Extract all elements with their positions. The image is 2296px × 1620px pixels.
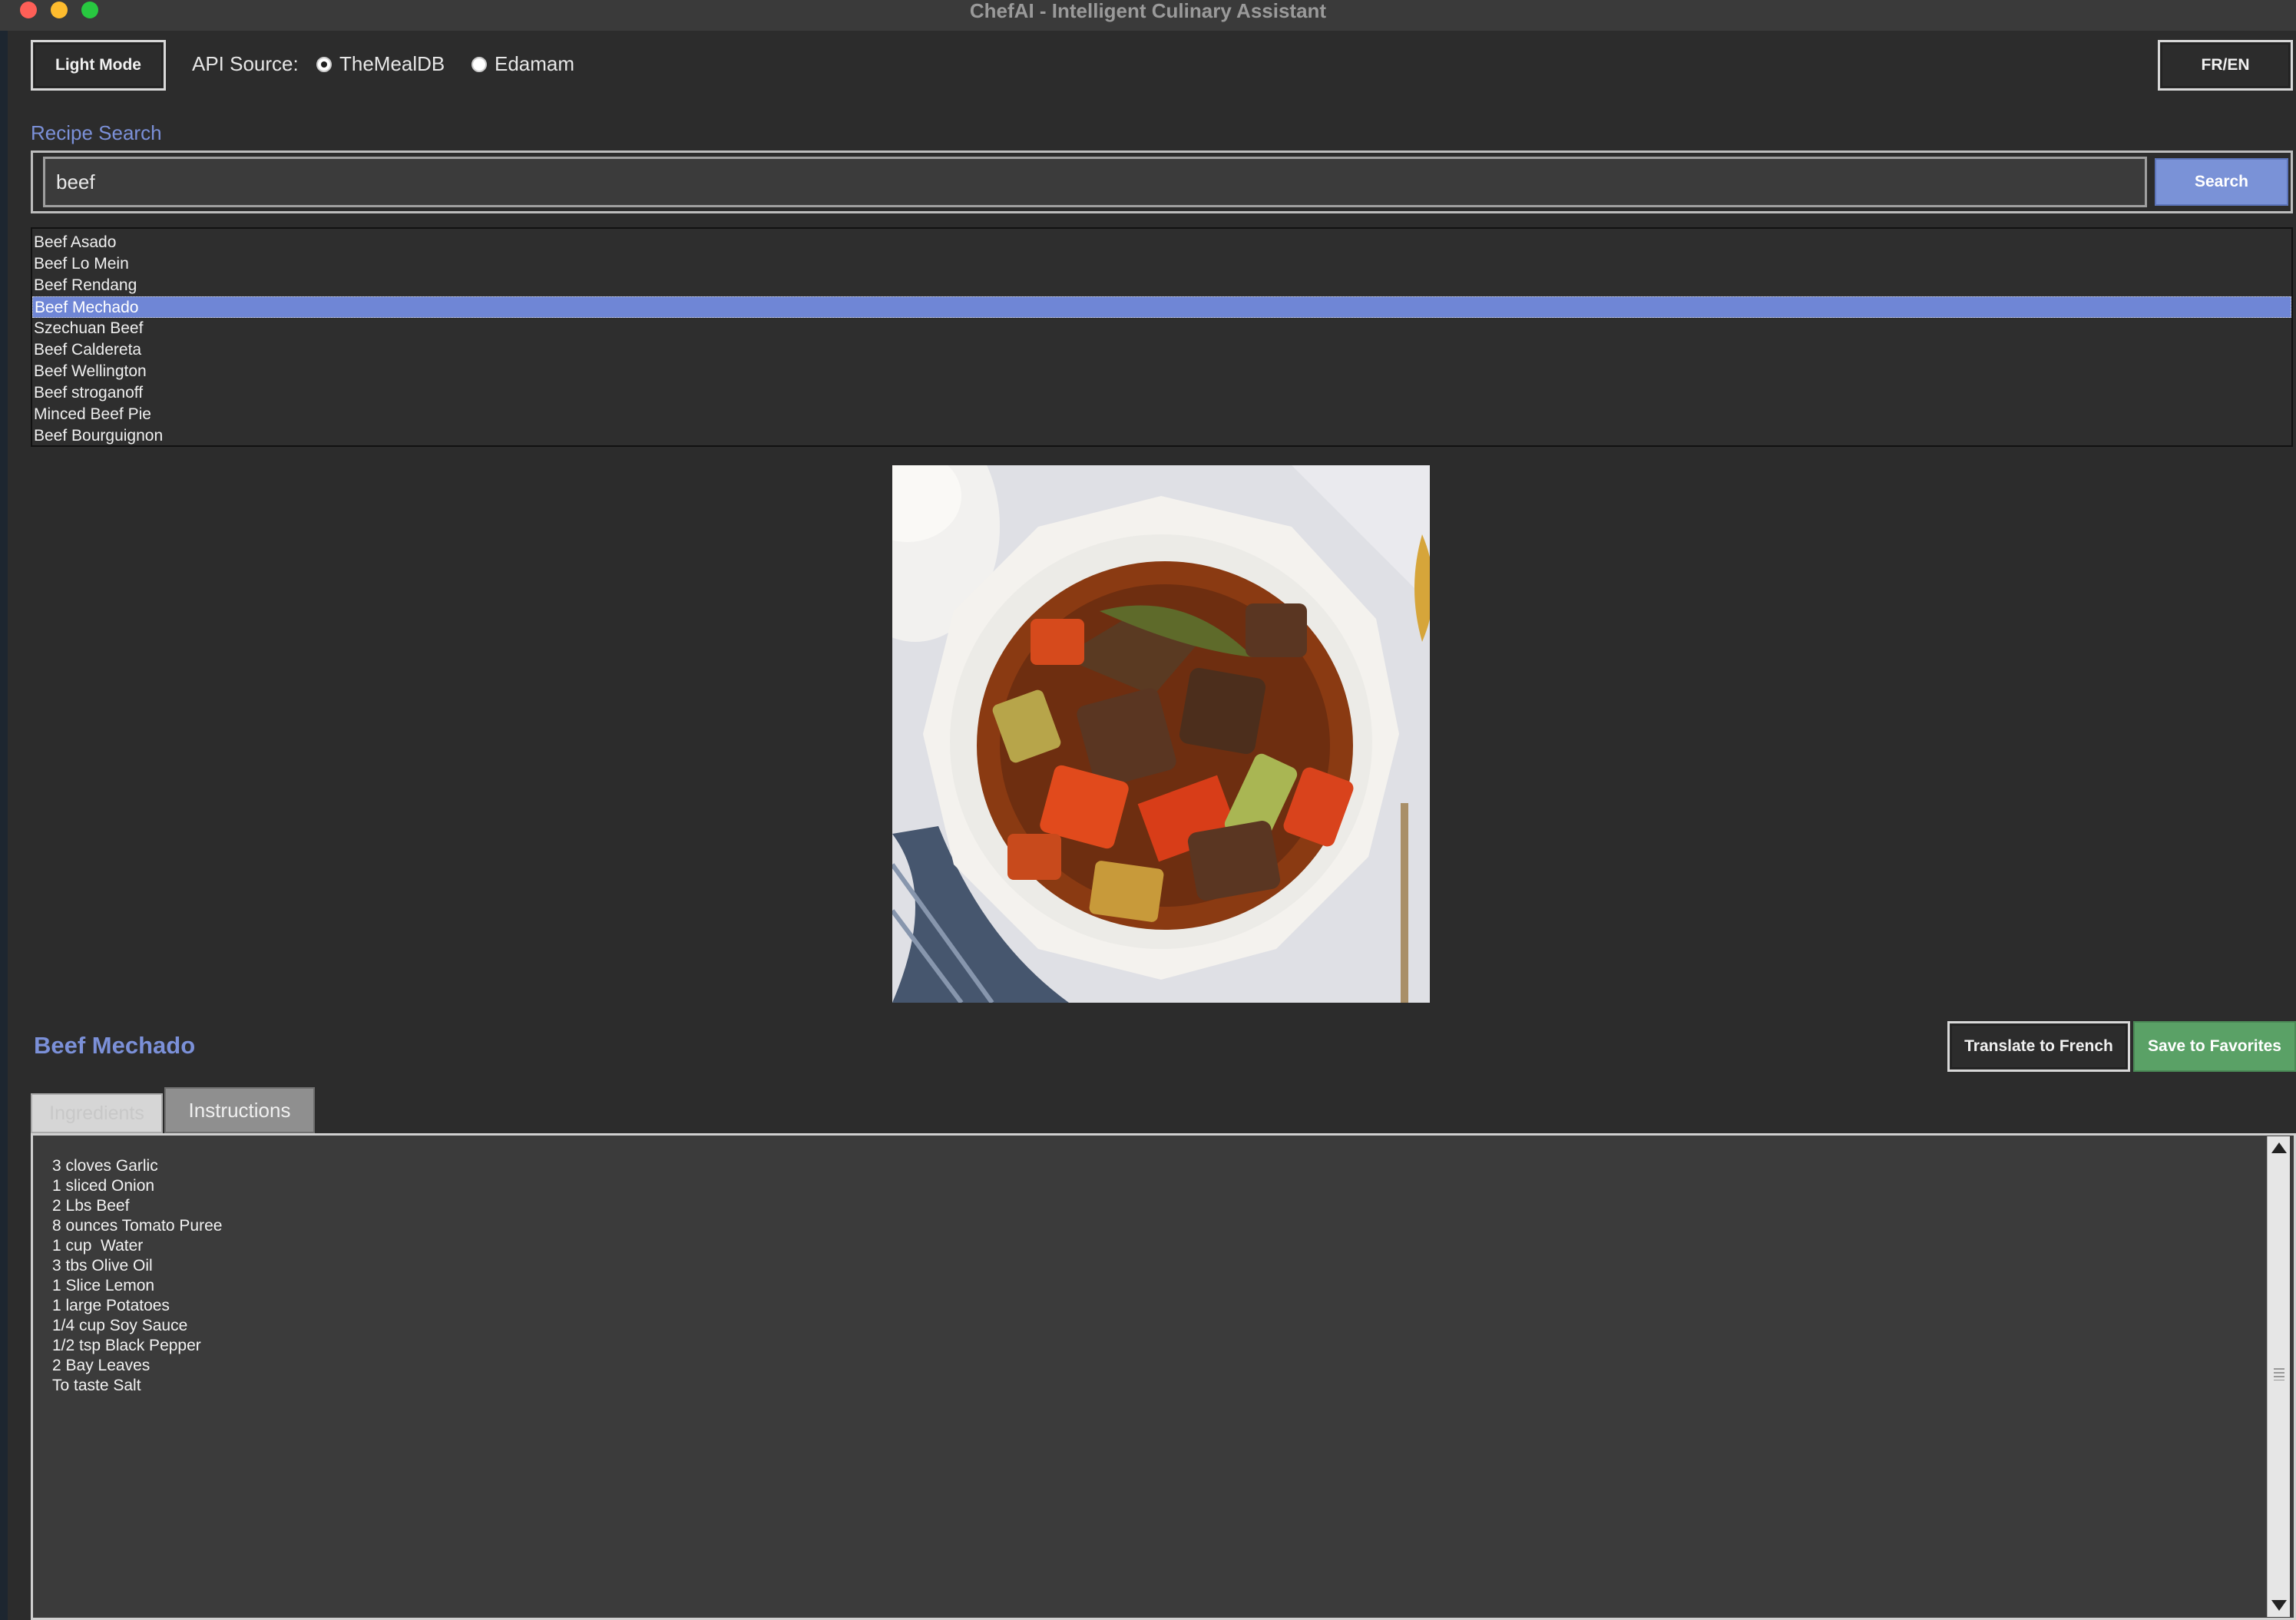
tab-ingredients[interactable]: Ingredients: [31, 1093, 163, 1133]
title-bar: ChefAI - Intelligent Culinary Assistant: [0, 0, 2296, 31]
search-button[interactable]: Search: [2155, 158, 2288, 206]
ingredient-item: 8 ounces Tomato Puree: [52, 1217, 223, 1235]
tab-instructions[interactable]: Instructions: [164, 1087, 315, 1133]
save-to-favorites-button[interactable]: Save to Favorites: [2133, 1021, 2296, 1072]
ingredient-item: 1/2 tsp Black Pepper: [52, 1337, 201, 1354]
result-item[interactable]: Beef Rendang: [32, 275, 2291, 296]
ingredient-item: 1 Slice Lemon: [52, 1277, 155, 1294]
radio-edamam[interactable]: [471, 57, 487, 72]
api-source-label: API Source:: [192, 52, 299, 75]
search-input[interactable]: beef: [43, 157, 2147, 207]
recipe-title: Beef Mechado: [34, 1032, 196, 1059]
recipe-search-label: Recipe Search: [31, 121, 162, 144]
radio-themealdb[interactable]: [316, 57, 332, 72]
ingredient-item: 2 Bay Leaves: [52, 1357, 151, 1374]
language-toggle-button[interactable]: FR/EN: [2158, 40, 2293, 91]
result-item[interactable]: Minced Beef Pie: [32, 404, 2291, 425]
scroll-up-arrow-icon[interactable]: [2271, 1142, 2287, 1153]
result-item[interactable]: Beef Lo Mein: [32, 253, 2291, 275]
result-item[interactable]: Beef Wellington: [32, 361, 2291, 382]
light-mode-button[interactable]: Light Mode: [31, 40, 166, 91]
ingredient-item: 1 cup Water: [52, 1237, 144, 1255]
scroll-grip-icon[interactable]: [2274, 1368, 2284, 1380]
scroll-down-arrow-icon[interactable]: [2271, 1600, 2287, 1611]
desktop-edge: [0, 0, 8, 1620]
result-item[interactable]: Beef Caldereta: [32, 339, 2291, 361]
ingredient-item: 3 cloves Garlic: [52, 1157, 158, 1175]
ingredient-item: 2 Lbs Beef: [52, 1197, 130, 1215]
ingredient-item: 1 large Potatoes: [52, 1297, 170, 1314]
ingredients-list: 3 cloves Garlic 1 sliced Onion 2 Lbs Bee…: [52, 1156, 222, 1396]
result-item[interactable]: Beef Asado: [32, 232, 2291, 253]
results-list[interactable]: Beef Asado Beef Lo Mein Beef Rendang Bee…: [31, 227, 2293, 447]
radio-edamam-label[interactable]: Edamam: [495, 52, 574, 76]
result-item[interactable]: Beef Bourguignon: [32, 425, 2291, 447]
window-title: ChefAI - Intelligent Culinary Assistant: [969, 0, 1327, 22]
ingredients-panel[interactable]: [31, 1133, 2296, 1620]
ingredient-item: 1/4 cup Soy Sauce: [52, 1317, 188, 1334]
ingredient-item: 1 sliced Onion: [52, 1177, 155, 1195]
ingredient-item: 3 tbs Olive Oil: [52, 1257, 153, 1275]
translate-to-french-button[interactable]: Translate to French: [1947, 1021, 2130, 1072]
radio-themealdb-label[interactable]: TheMealDB: [339, 52, 445, 76]
result-item-selected[interactable]: Beef Mechado: [32, 296, 2291, 318]
result-item[interactable]: Beef stroganoff: [32, 382, 2291, 404]
vertical-scrollbar[interactable]: [2267, 1136, 2290, 1617]
result-item[interactable]: Szechuan Beef: [32, 318, 2291, 339]
recipe-image: [892, 465, 1430, 1003]
ingredient-item: To taste Salt: [52, 1377, 141, 1394]
